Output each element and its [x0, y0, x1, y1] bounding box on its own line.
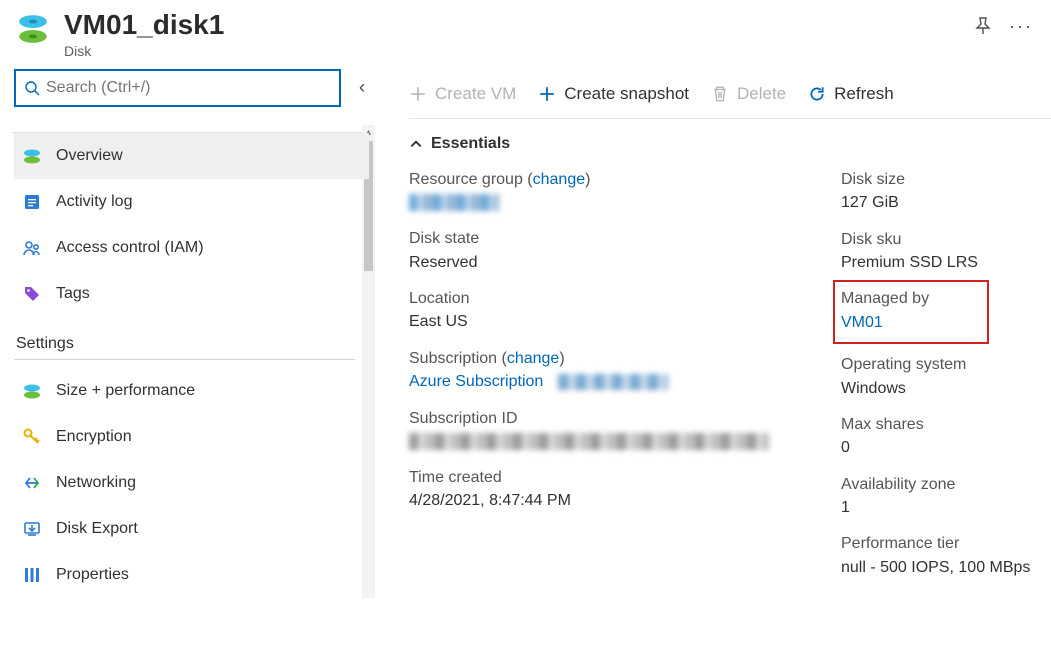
field-value-disk-state: Reserved — [409, 252, 781, 274]
toolbar-label: Create VM — [435, 84, 516, 104]
trash-icon — [711, 85, 729, 103]
properties-icon — [22, 565, 42, 585]
subscription-link[interactable]: Azure Subscription — [409, 371, 781, 393]
collapse-sidebar-button[interactable]: ‹‹ — [359, 77, 365, 98]
refresh-icon — [808, 85, 826, 103]
sidebar-item-label: Activity log — [56, 193, 132, 211]
sidebar-item-label: Overview — [56, 147, 123, 165]
sidebar-item-properties[interactable]: Properties — [14, 552, 369, 598]
toolbar: Create VM Create snapshot Delet — [409, 71, 1051, 119]
plus-icon — [538, 85, 556, 103]
sidebar-item-tags[interactable]: Tags — [14, 271, 369, 317]
subscription-suffix-redacted — [558, 374, 668, 390]
field-value-os: Windows — [841, 378, 1051, 400]
delete-button: Delete — [711, 84, 786, 104]
field-label-disk-size: Disk size — [841, 169, 1051, 191]
toolbar-label: Delete — [737, 84, 786, 104]
sidebar-item-label: Tags — [56, 285, 90, 303]
sidebar-section-settings: Settings — [16, 335, 369, 353]
field-value-disk-sku: Premium SSD LRS — [841, 252, 1051, 274]
search-input[interactable] — [46, 79, 331, 97]
disk-resource-icon — [16, 12, 50, 46]
field-label-managed-by: Managed by — [841, 288, 977, 310]
key-icon — [22, 427, 42, 447]
field-value-availability-zone: 1 — [841, 497, 1051, 519]
search-icon — [24, 80, 40, 96]
sidebar-item-size-performance[interactable]: Size + performance — [14, 368, 369, 414]
field-label-max-shares: Max shares — [841, 414, 1051, 436]
sidebar-item-networking[interactable]: Networking — [14, 460, 369, 506]
subscription-id-value-redacted — [409, 433, 769, 450]
sidebar-item-access-control[interactable]: Access control (IAM) — [14, 225, 369, 271]
page-title: VM01_disk1 — [64, 10, 973, 41]
field-label-disk-state: Disk state — [409, 228, 781, 250]
chevron-up-icon — [409, 137, 423, 151]
field-label-os: Operating system — [841, 354, 1051, 376]
sidebar-item-label: Disk Export — [56, 520, 138, 538]
sidebar-item-label: Properties — [56, 566, 129, 584]
sidebar: ‹‹ ▲ Overview — [0, 69, 375, 651]
managed-by-highlight: Managed by VM01 — [833, 280, 989, 344]
export-icon — [22, 519, 42, 539]
sidebar-item-label: Networking — [56, 474, 136, 492]
field-value-location: East US — [409, 311, 781, 333]
create-vm-button: Create VM — [409, 84, 516, 104]
main-content: Create VM Create snapshot Delet — [375, 69, 1051, 651]
resource-group-value-redacted — [409, 194, 499, 211]
sidebar-item-encryption[interactable]: Encryption — [14, 414, 369, 460]
create-snapshot-button[interactable]: Create snapshot — [538, 84, 689, 104]
activity-log-icon — [22, 192, 42, 212]
field-label-availability-zone: Availability zone — [841, 474, 1051, 496]
sidebar-item-label: Access control (IAM) — [56, 239, 204, 257]
field-value-time-created: 4/28/2021, 8:47:44 PM — [409, 490, 781, 512]
sidebar-item-activity-log[interactable]: Activity log — [14, 179, 369, 225]
sidebar-item-disk-export[interactable]: Disk Export — [14, 506, 369, 552]
sidebar-item-label: Size + performance — [56, 382, 195, 400]
field-label-time-created: Time created — [409, 467, 781, 489]
field-label-location: Location — [409, 288, 781, 310]
access-control-icon — [22, 238, 42, 258]
field-value-disk-size: 127 GiB — [841, 192, 1051, 214]
field-label-resource-group: Resource group change — [409, 169, 781, 191]
tags-icon — [22, 284, 42, 304]
pin-button[interactable] — [973, 16, 993, 36]
resource-type-label: Disk — [64, 43, 973, 59]
disk-icon — [22, 146, 42, 166]
networking-icon — [22, 473, 42, 493]
sidebar-item-label: Encryption — [56, 428, 132, 446]
change-subscription-link[interactable]: change — [502, 350, 565, 367]
essentials-label: Essentials — [431, 135, 510, 153]
essentials-grid: Resource group change Disk state Reserve… — [409, 169, 1051, 579]
sidebar-item-overview[interactable]: Overview — [14, 133, 369, 179]
toolbar-label: Refresh — [834, 84, 894, 104]
page-header: VM01_disk1 Disk ··· — [0, 0, 1051, 69]
essentials-toggle[interactable]: Essentials — [409, 135, 1051, 153]
field-value-max-shares: 0 — [841, 437, 1051, 459]
field-label-performance-tier: Performance tier — [841, 533, 1051, 555]
change-resource-group-link[interactable]: change — [527, 171, 590, 188]
field-label-subscription-id: Subscription ID — [409, 408, 781, 430]
field-label-subscription: Subscription change — [409, 348, 781, 370]
disk-icon — [22, 381, 42, 401]
plus-icon — [409, 85, 427, 103]
sidebar-nav: ▲ Overview — [14, 125, 369, 598]
field-value-performance-tier: null - 500 IOPS, 100 MBps — [841, 557, 1051, 579]
toolbar-label: Create snapshot — [564, 84, 689, 104]
managed-by-link[interactable]: VM01 — [841, 312, 977, 334]
more-button[interactable]: ··· — [1011, 16, 1031, 36]
sidebar-search[interactable] — [14, 69, 341, 107]
divider — [14, 359, 355, 360]
refresh-button[interactable]: Refresh — [808, 84, 894, 104]
field-label-disk-sku: Disk sku — [841, 229, 1051, 251]
